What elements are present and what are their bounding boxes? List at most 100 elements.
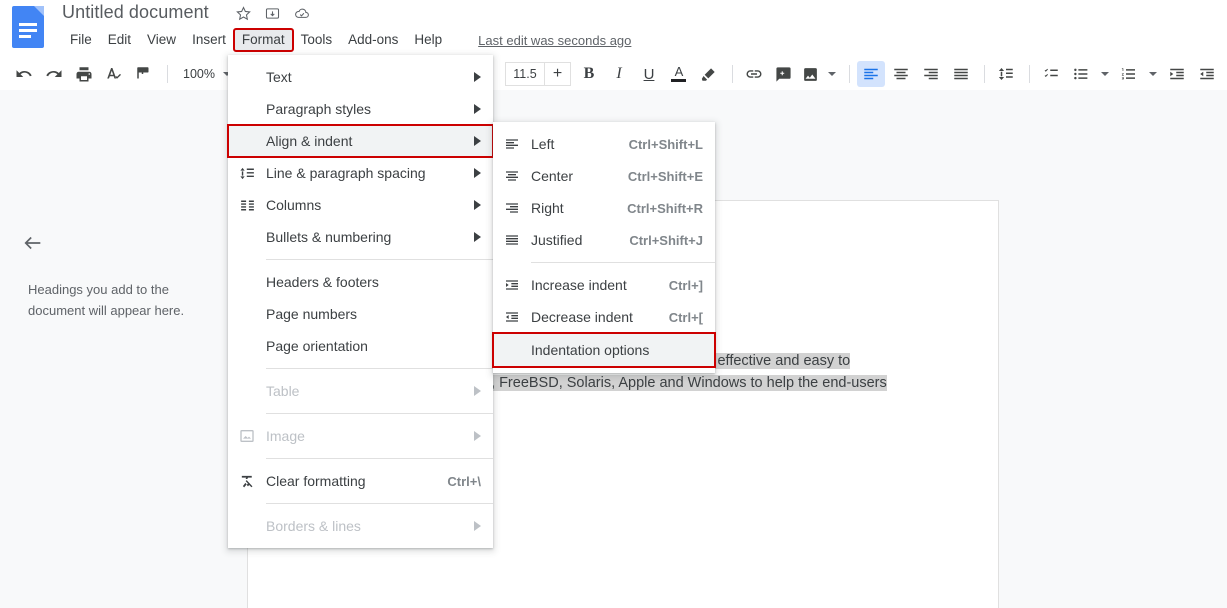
checklist-icon[interactable]	[1037, 61, 1065, 87]
format-menu-item-columns[interactable]: Columns	[228, 189, 493, 221]
format-menu-label-page-orientation: Page orientation	[266, 338, 481, 354]
image-icon	[228, 428, 266, 444]
format-menu-item-page-orientation[interactable]: Page orientation	[228, 330, 493, 362]
format-menu-item-bullets-numbering[interactable]: Bullets & numbering	[228, 221, 493, 253]
format-menu-label-headers-footers: Headers & footers	[266, 274, 481, 290]
align-left-icon[interactable]	[857, 61, 885, 87]
menu-separator	[266, 368, 493, 369]
format-menu-item-page-numbers[interactable]: Page numbers	[228, 298, 493, 330]
undo-icon[interactable]	[10, 61, 38, 87]
format-menu-accel-clear-formatting: Ctrl+\	[447, 474, 481, 489]
bold-button[interactable]: B	[575, 61, 603, 87]
image-options-chevron-down-icon[interactable]	[824, 61, 840, 87]
decrease-indent-icon	[493, 309, 531, 325]
submenu-item-indentation-options[interactable]: Indentation options	[493, 333, 715, 367]
bulleted-list-icon[interactable]	[1067, 61, 1095, 87]
italic-button[interactable]: I	[605, 61, 633, 87]
paint-format-icon[interactable]	[130, 61, 158, 87]
font-size-input[interactable]: 11.5	[505, 62, 545, 86]
submenu-arrow-icon	[474, 168, 481, 178]
format-menu-label-text: Text	[266, 69, 460, 85]
menu-edit[interactable]: Edit	[100, 29, 139, 51]
submenu-arrow-icon	[474, 232, 481, 242]
submenu-item-decrease-indent[interactable]: Decrease indent Ctrl+[	[493, 301, 715, 333]
redo-icon[interactable]	[40, 61, 68, 87]
star-icon[interactable]	[235, 5, 252, 27]
submenu-label-justified: Justified	[531, 232, 613, 248]
submenu-accel-decrease-indent: Ctrl+[	[669, 310, 703, 325]
format-menu-item-line-paragraph-spacing[interactable]: Line & paragraph spacing	[228, 157, 493, 189]
comment-icon[interactable]	[770, 61, 798, 87]
format-menu-item-clear-formatting[interactable]: Clear formatting Ctrl+\	[228, 465, 493, 497]
text-color-button[interactable]: A	[665, 61, 693, 87]
numbered-list-chevron-down-icon[interactable]	[1145, 61, 1161, 87]
increase-indent-icon[interactable]	[1193, 61, 1221, 87]
underline-button[interactable]: U	[635, 61, 663, 87]
menu-file[interactable]: File	[62, 29, 100, 51]
zoom-level-selector[interactable]: 100%	[175, 67, 233, 81]
outline-empty-message: Headings you add to the document will ap…	[28, 279, 228, 321]
submenu-item-justified[interactable]: Justified Ctrl+Shift+J	[493, 224, 715, 256]
format-menu-label-table: Table	[266, 383, 460, 399]
format-menu-item-align-and-indent[interactable]: Align & indent	[228, 125, 493, 157]
increase-indent-icon	[493, 277, 531, 293]
document-title[interactable]: Untitled document	[62, 2, 209, 23]
submenu-accel-left: Ctrl+Shift+L	[629, 137, 703, 152]
submenu-item-right[interactable]: Right Ctrl+Shift+R	[493, 192, 715, 224]
align-right-icon	[493, 200, 531, 216]
back-arrow-icon[interactable]	[22, 232, 44, 259]
underline-label: U	[644, 66, 655, 83]
menu-format[interactable]: Format	[234, 29, 293, 51]
move-to-folder-icon[interactable]	[264, 5, 281, 27]
format-menu-label-columns: Columns	[266, 197, 460, 213]
align-center-icon	[493, 168, 531, 184]
italic-label: I	[616, 65, 621, 83]
text-color-icon: A	[671, 66, 686, 82]
image-icon[interactable]	[800, 61, 822, 87]
submenu-item-increase-indent[interactable]: Increase indent Ctrl+]	[493, 269, 715, 301]
menu-separator	[266, 503, 493, 504]
format-menu-label-borders-lines: Borders & lines	[266, 518, 460, 534]
spelling-check-icon[interactable]	[100, 61, 128, 87]
submenu-arrow-icon	[474, 104, 481, 114]
print-icon[interactable]	[70, 61, 98, 87]
last-edit-status[interactable]: Last edit was seconds ago	[478, 33, 631, 48]
font-size-control: 11.5 +	[505, 62, 571, 86]
format-menu-label-image: Image	[266, 428, 460, 444]
zoom-level-value: 100%	[183, 67, 215, 81]
format-menu-item-headers-footers[interactable]: Headers & footers	[228, 266, 493, 298]
menu-insert[interactable]: Insert	[184, 29, 234, 51]
format-menu-item-borders-lines: Borders & lines	[228, 510, 493, 542]
submenu-item-center[interactable]: Center Ctrl+Shift+E	[493, 160, 715, 192]
submenu-arrow-icon	[474, 136, 481, 146]
menu-view[interactable]: View	[139, 29, 184, 51]
submenu-label-left: Left	[531, 136, 613, 152]
submenu-arrow-icon	[474, 521, 481, 531]
format-menu-label-align-and-indent: Align & indent	[266, 133, 460, 149]
align-left-icon	[493, 136, 531, 152]
bulleted-list-chevron-down-icon[interactable]	[1097, 61, 1113, 87]
decrease-indent-icon[interactable]	[1163, 61, 1191, 87]
numbered-list-icon[interactable]	[1115, 61, 1143, 87]
menu-addons[interactable]: Add-ons	[340, 29, 406, 51]
format-menu-item-text[interactable]: Text	[228, 61, 493, 93]
submenu-accel-increase-indent: Ctrl+]	[669, 278, 703, 293]
align-justify-icon[interactable]	[947, 61, 975, 87]
line-spacing-icon[interactable]	[992, 61, 1020, 87]
highlight-pen-icon[interactable]	[695, 61, 723, 87]
font-size-increase-button[interactable]: +	[545, 62, 571, 86]
menu-help[interactable]: Help	[406, 29, 450, 51]
submenu-label-center: Center	[531, 168, 612, 184]
format-menu-label-page-numbers: Page numbers	[266, 306, 481, 322]
menu-separator	[531, 262, 715, 263]
google-docs-logo-icon	[12, 6, 44, 48]
link-icon[interactable]	[740, 61, 768, 87]
align-right-icon[interactable]	[917, 61, 945, 87]
submenu-item-left[interactable]: Left Ctrl+Shift+L	[493, 128, 715, 160]
submenu-label-right: Right	[531, 200, 611, 216]
format-menu-item-paragraph-styles[interactable]: Paragraph styles	[228, 93, 493, 125]
cloud-saved-icon[interactable]	[293, 5, 311, 27]
menu-tools[interactable]: Tools	[293, 29, 341, 51]
align-center-icon[interactable]	[887, 61, 915, 87]
document-outline-pane: Headings you add to the document will ap…	[0, 201, 248, 608]
